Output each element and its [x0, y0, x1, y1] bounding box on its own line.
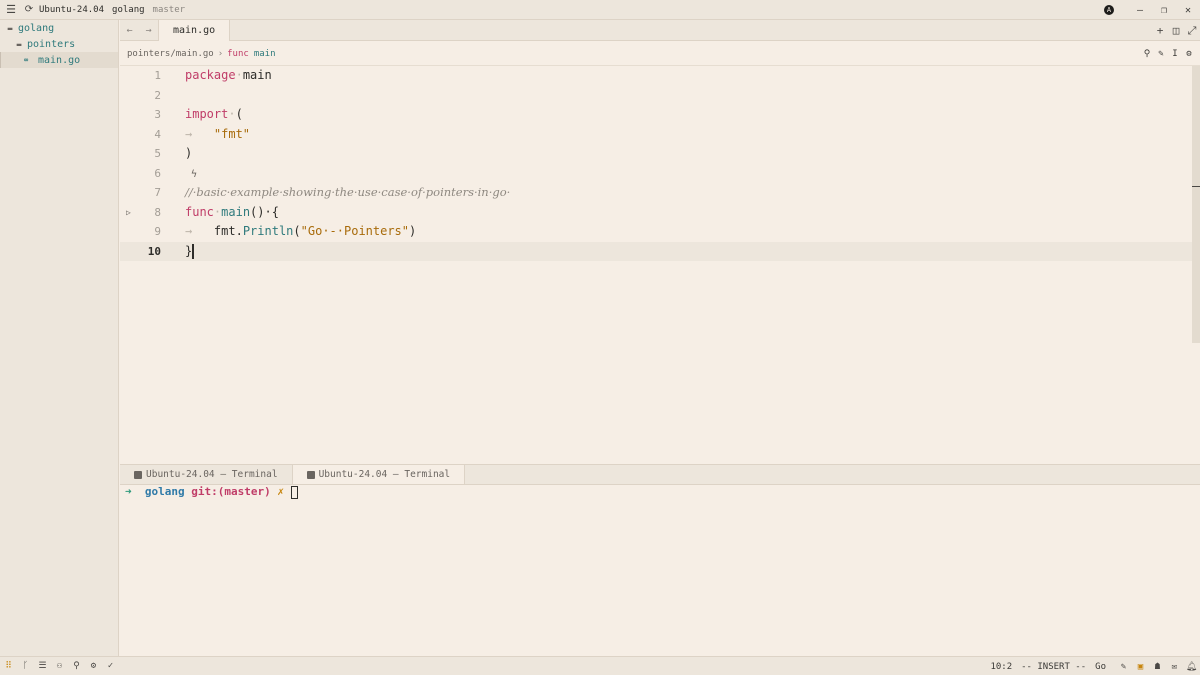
text-cursor-icon[interactable]: I: [1168, 49, 1182, 59]
assistant-icon[interactable]: ✎: [1115, 662, 1132, 672]
tab-label: Ubuntu-24.04 — Terminal: [146, 468, 278, 480]
tree-item-main-go[interactable]: ∞ main.go: [0, 52, 118, 68]
terminal-tab-bar: Ubuntu-24.04 — Terminal Ubuntu-24.04 — T…: [120, 464, 1200, 485]
breadcrumb: pointers/main.go › func main ⚲ ✎ I ⚙: [120, 42, 1200, 66]
git-branch-icon[interactable]: ᚴ: [17, 661, 34, 671]
code-line-active[interactable]: 10 }: [120, 241, 1192, 261]
code-line[interactable]: 1 package·main: [120, 66, 1192, 86]
search-icon[interactable]: ⚲: [68, 661, 85, 671]
breadcrumb-separator: ›: [217, 48, 224, 59]
close-icon[interactable]: ✕: [1176, 5, 1200, 16]
line-number: 4: [154, 127, 161, 141]
forward-arrow-icon[interactable]: →: [139, 20, 158, 40]
code-text: ): [185, 146, 193, 160]
code-text: func·main()·{: [185, 204, 279, 219]
code-line[interactable]: 7 //·basic·example·showing·the·use·case·…: [120, 183, 1192, 203]
code-comment: //·basic·example·showing·the·use·case·of…: [185, 185, 511, 199]
line-number: 10: [147, 244, 161, 258]
line-number: 8: [154, 205, 161, 219]
folder-open-icon: ▬: [16, 39, 22, 49]
code-editor[interactable]: 1 package·main 2 3 import·( 4 → "fmt" 5 …: [120, 66, 1192, 464]
breadcrumb-keyword[interactable]: func: [227, 49, 249, 59]
scrollbar-cursor-marker: [1192, 186, 1200, 187]
breadcrumb-path[interactable]: pointers/main.go: [127, 49, 214, 59]
text-cursor: [192, 243, 195, 259]
diagnostics-icon[interactable]: ⚙: [85, 661, 102, 671]
editor-scrollbar[interactable]: [1192, 66, 1200, 343]
assist-icon[interactable]: ✎: [1154, 49, 1168, 59]
line-number: 3: [154, 108, 161, 121]
tree-item-pointers[interactable]: ▬ pointers: [0, 36, 118, 52]
outline-icon[interactable]: ☰: [34, 661, 51, 671]
terminal-prompt: ➜ golang git:(master) ✗: [125, 485, 1195, 499]
terminal[interactable]: ➜ golang git:(master) ✗: [120, 485, 1200, 656]
code-text: → "fmt": [185, 126, 251, 141]
code-text: → fmt.Println("Go·-·Pointers"): [185, 224, 417, 238]
tree-item-golang[interactable]: ▬ golang: [0, 20, 118, 36]
tab-bar: ← → main.go + ◫ ⤢: [120, 20, 1200, 41]
collab-icon[interactable]: ⚇: [51, 661, 68, 671]
branch-name[interactable]: master: [153, 5, 186, 15]
code-line[interactable]: 6 ϟ: [120, 164, 1192, 184]
status-bar: ⠿ ᚴ ☰ ⚇ ⚲ ⚙ ✓ 10:2 -- INSERT -- Go ✎ ▣ ☗…: [0, 656, 1200, 675]
settings-icon[interactable]: ⚙: [1182, 49, 1196, 59]
vim-mode: -- INSERT --: [1021, 661, 1087, 672]
feedback-icon[interactable]: ✉: [1166, 662, 1183, 672]
breadcrumb-symbol[interactable]: main: [254, 49, 276, 59]
project-sidebar: ▬ golang ▬ pointers ∞ main.go: [0, 20, 119, 656]
tab-main-go[interactable]: main.go: [158, 20, 231, 41]
terminal-icon: [134, 470, 142, 479]
split-pane-icon[interactable]: ◫: [1168, 24, 1184, 37]
check-icon[interactable]: ✓: [102, 661, 119, 671]
folder-open-icon: ▬: [7, 23, 13, 33]
code-text: ϟ: [185, 164, 197, 185]
line-number: 6: [154, 166, 161, 180]
code-line[interactable]: 9 → fmt.Println("Go·-·Pointers"): [120, 222, 1192, 242]
tree-item-label: pointers: [27, 38, 76, 50]
notification-icon[interactable]: ▣: [1132, 662, 1149, 672]
avatar[interactable]: A: [1104, 5, 1114, 15]
line-number: 7: [154, 186, 161, 199]
line-number: 2: [154, 88, 161, 102]
terminal-cursor: [290, 485, 298, 499]
terminal-icon: [306, 470, 315, 479]
code-line[interactable]: 3 import·(: [120, 105, 1192, 125]
project-name[interactable]: golang: [112, 5, 145, 15]
cursor-position[interactable]: 10:2: [990, 662, 1012, 672]
expand-icon[interactable]: ⤢: [1184, 24, 1200, 38]
tab-terminal-2[interactable]: Ubuntu-24.04 — Terminal: [292, 465, 466, 484]
new-tab-icon[interactable]: +: [1152, 24, 1168, 37]
back-arrow-icon[interactable]: ←: [120, 20, 139, 40]
code-text: }: [185, 243, 195, 259]
code-line[interactable]: 5 ): [120, 144, 1192, 164]
tab-label: Ubuntu-24.04 — Terminal: [318, 468, 451, 480]
remote-icon[interactable]: ⟳: [22, 4, 36, 15]
code-text: import·(: [185, 107, 243, 121]
search-icon[interactable]: ⚲: [1140, 49, 1154, 59]
project-panel-icon[interactable]: ⠿: [0, 661, 17, 671]
tree-item-label: main.go: [38, 54, 81, 66]
restore-icon[interactable]: ❐: [1152, 5, 1176, 16]
go-file-icon: ∞: [24, 56, 29, 64]
code-line[interactable]: 2: [120, 86, 1192, 106]
minimize-icon[interactable]: —: [1128, 5, 1152, 16]
lightning-icon: ϟ: [185, 168, 198, 180]
debug-icon[interactable]: ☗: [1149, 662, 1166, 672]
window-title[interactable]: Ubuntu-24.04: [39, 5, 104, 15]
language-selector[interactable]: Go: [1095, 662, 1106, 672]
code-line[interactable]: 4 → "fmt": [120, 125, 1192, 145]
code-text: package·main: [185, 68, 272, 82]
bell-icon[interactable]: 🔔︎: [1183, 662, 1200, 672]
tab-terminal-1[interactable]: Ubuntu-24.04 — Terminal: [120, 465, 293, 484]
tree-item-label: golang: [18, 22, 55, 34]
line-number: 5: [154, 147, 161, 160]
menu-icon[interactable]: ☰: [0, 3, 22, 16]
title-bar: ☰ ⟳ Ubuntu-24.04 golang master A — ❐ ✕: [0, 0, 1200, 20]
line-number: 1: [154, 69, 161, 82]
line-number: 9: [154, 225, 161, 238]
code-line[interactable]: ▷ 8 func·main()·{: [120, 203, 1192, 223]
